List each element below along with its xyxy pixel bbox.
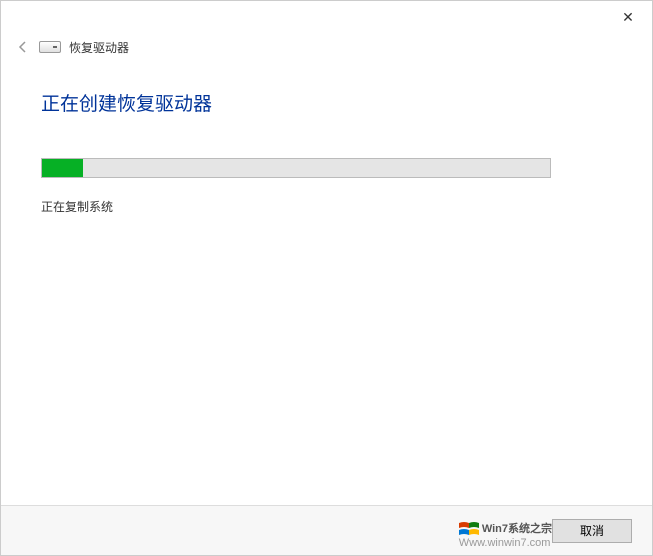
page-title: 正在创建恢复驱动器 — [41, 89, 612, 116]
close-button[interactable]: ✕ — [616, 5, 640, 29]
drive-icon — [39, 41, 61, 53]
wizard-name: 恢复驱动器 — [69, 39, 129, 56]
titlebar: ✕ — [1, 1, 652, 33]
back-arrow-icon[interactable] — [15, 39, 31, 55]
watermark: Win7系统之宗 Www.winwin7.com — [459, 520, 552, 549]
progress-fill — [42, 159, 83, 177]
wizard-header: 恢复驱动器 — [1, 33, 652, 61]
status-text: 正在复制系统 — [41, 198, 612, 215]
watermark-brand: Win7系统之宗 — [482, 523, 552, 535]
progress-bar — [41, 158, 551, 178]
content-area: 正在创建恢复驱动器 正在复制系统 — [1, 61, 652, 215]
close-icon: ✕ — [622, 9, 634, 26]
watermark-url: Www.winwin7.com — [459, 537, 551, 549]
cancel-button[interactable]: 取消 — [552, 519, 632, 543]
footer: Win7系统之宗 Www.winwin7.com 取消 — [1, 505, 652, 555]
